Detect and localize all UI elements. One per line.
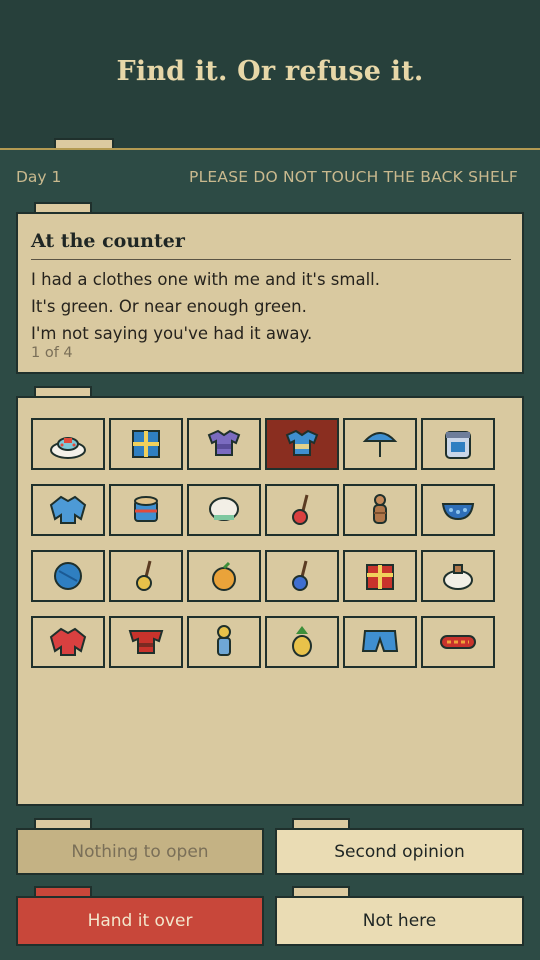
hand-tab-decoration xyxy=(34,886,92,896)
orange-fruit-icon xyxy=(212,561,236,591)
game-title: Find it. Or refuse it. xyxy=(116,56,424,87)
item-slot[interactable] xyxy=(31,418,105,470)
blue-umbrella-icon xyxy=(362,432,398,457)
grid-tab-decoration xyxy=(34,386,92,396)
item-slot[interactable] xyxy=(31,550,105,602)
purple-shirt-icon xyxy=(207,429,241,456)
item-slot[interactable] xyxy=(421,550,495,602)
counter-heading: At the counter xyxy=(31,230,185,252)
item-slot[interactable] xyxy=(31,616,105,668)
item-slot[interactable] xyxy=(265,418,339,470)
item-slot[interactable] xyxy=(343,550,417,602)
second-tab-decoration xyxy=(292,818,350,828)
item-slot[interactable] xyxy=(265,550,339,602)
blue-shirt-icon xyxy=(285,429,319,456)
header-tab-decoration xyxy=(54,138,114,148)
red-gift-icon xyxy=(366,564,394,590)
red-shirt-icon xyxy=(128,630,164,654)
shelf-notice: PLEASE DO NOT TOUCH THE BACK SHELF xyxy=(189,168,518,186)
open-tab-decoration xyxy=(34,818,92,828)
pineapple-icon xyxy=(292,626,312,657)
dialogue-pager: 1 of 4 xyxy=(31,345,73,361)
blue-shorts-icon xyxy=(361,630,399,652)
item-slot[interactable] xyxy=(187,418,261,470)
second-opinion-button[interactable]: Second opinion xyxy=(275,828,524,875)
item-slot[interactable] xyxy=(343,616,417,668)
blue-sweater-icon xyxy=(49,495,87,524)
blue-ball-icon xyxy=(54,562,82,590)
red-sweater-icon xyxy=(49,627,87,656)
not-here-tab-decoration xyxy=(292,886,350,896)
dialogue-line: I had a clothes one with me and it's sma… xyxy=(31,270,381,289)
item-slot[interactable] xyxy=(421,616,495,668)
white-hat-icon xyxy=(209,497,239,521)
yellow-guitar-icon xyxy=(136,560,152,591)
item-slot[interactable] xyxy=(109,550,183,602)
jar-icon xyxy=(445,431,471,459)
hand-it-over-button[interactable]: Hand it over xyxy=(16,896,264,946)
item-slot[interactable] xyxy=(187,484,261,536)
counter-panel: At the counter I had a clothes one with … xyxy=(16,212,524,374)
not-here-button[interactable]: Not here xyxy=(275,896,524,946)
customer-dialogue: I had a clothes one with me and it's sma… xyxy=(31,266,380,347)
item-shelf-panel xyxy=(16,396,524,806)
item-slot[interactable] xyxy=(109,418,183,470)
white-bag-icon xyxy=(443,564,473,590)
dialogue-line: I'm not saying you've had it away. xyxy=(31,324,313,343)
day-label: Day 1 xyxy=(16,168,62,186)
yellow-doll-icon xyxy=(217,625,231,656)
item-slot[interactable] xyxy=(109,616,183,668)
gift-box-blue-icon xyxy=(132,430,160,458)
item-slot[interactable] xyxy=(421,484,495,536)
red-guitar-icon xyxy=(292,494,309,525)
item-slot[interactable] xyxy=(109,484,183,536)
wooden-doll-icon xyxy=(373,494,387,524)
header-bar: Find it. Or refuse it. xyxy=(0,0,540,150)
item-slot[interactable] xyxy=(421,418,495,470)
red-scarf-icon xyxy=(440,635,476,649)
item-slot[interactable] xyxy=(265,616,339,668)
item-slot[interactable] xyxy=(187,616,261,668)
item-slot[interactable] xyxy=(343,418,417,470)
heading-divider xyxy=(31,259,511,260)
item-slot[interactable] xyxy=(31,484,105,536)
dialogue-line: It's green. Or near enough green. xyxy=(31,297,307,316)
item-slot[interactable] xyxy=(187,550,261,602)
blue-guitar-icon xyxy=(292,560,308,591)
toy-drum-icon xyxy=(134,496,158,522)
item-slot[interactable] xyxy=(265,484,339,536)
blue-bowl-icon xyxy=(441,503,475,521)
item-slot[interactable] xyxy=(343,484,417,536)
cake-icon xyxy=(50,437,86,459)
counter-tab-decoration xyxy=(34,202,92,212)
nothing-to-open-button[interactable]: Nothing to open xyxy=(16,828,264,875)
